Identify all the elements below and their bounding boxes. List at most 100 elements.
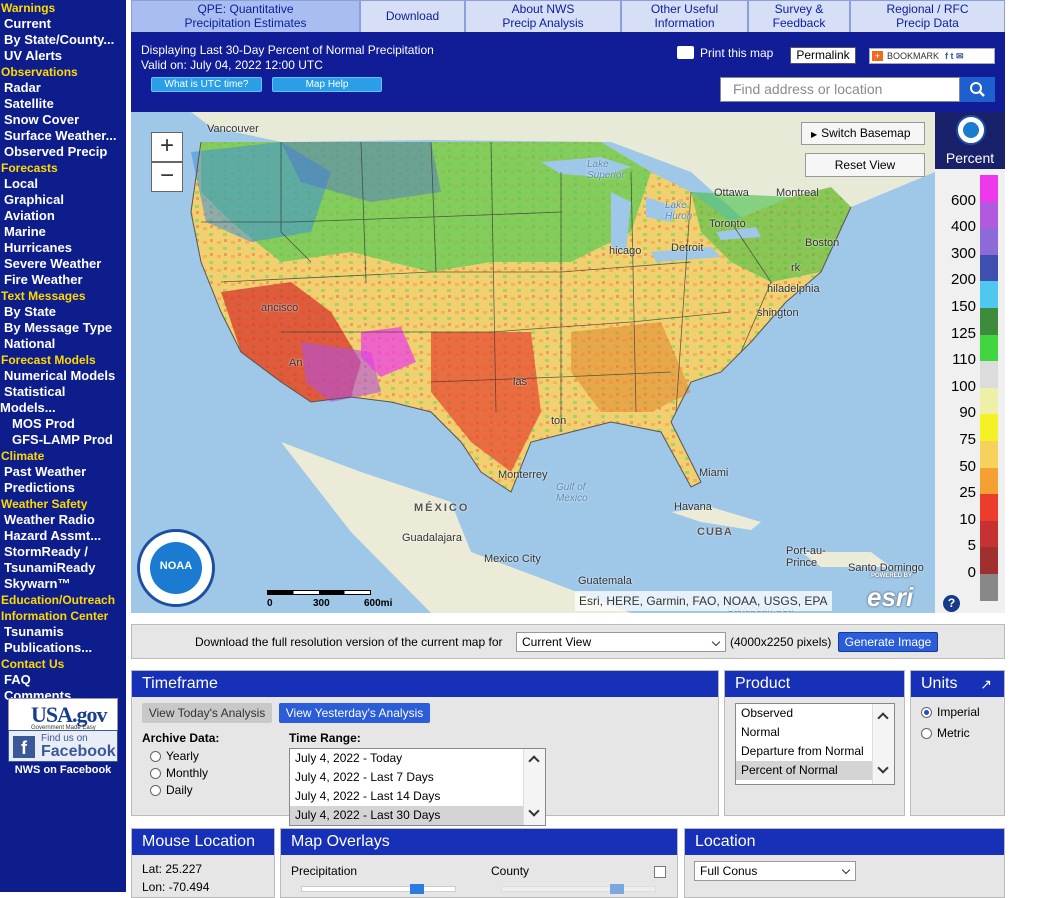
download-view-select[interactable]: Current View bbox=[516, 632, 726, 652]
sidebar-item-gfs-lamp-prod[interactable]: GFS-LAMP Prod bbox=[0, 432, 126, 448]
sidebar-item-hazard-assmt[interactable]: Hazard Assmt... bbox=[0, 528, 126, 544]
product-option[interactable]: Observed bbox=[736, 704, 894, 723]
location-select[interactable]: Full Conus bbox=[694, 861, 856, 881]
reset-view-button[interactable]: Reset View bbox=[805, 153, 925, 177]
bookmark-button[interactable]: + BOOKMARK f t ✉ bbox=[869, 48, 995, 64]
sidebar-section-weather-safety[interactable]: Weather Safety bbox=[0, 496, 126, 512]
sidebar-section-warnings[interactable]: Warnings bbox=[0, 0, 126, 16]
sidebar-item-radar[interactable]: Radar bbox=[0, 80, 126, 96]
product-list[interactable]: Observed Normal Departure from Normal Pe… bbox=[735, 703, 895, 785]
nws-on-facebook-link[interactable]: NWS on Facebook bbox=[0, 764, 126, 776]
utc-time-button[interactable]: What is UTC time? bbox=[151, 77, 262, 92]
sidebar-item-stormready[interactable]: StormReady / bbox=[0, 544, 126, 560]
time-range-option[interactable]: July 4, 2022 - Last 7 Days bbox=[290, 768, 545, 787]
precipitation-opacity-slider[interactable] bbox=[301, 884, 456, 894]
sidebar-item-hurricanes[interactable]: Hurricanes bbox=[0, 240, 126, 256]
precip-map[interactable]: + − ▶ Switch Basemap Reset View Vancouver… bbox=[131, 112, 935, 613]
tab-survey-feedback[interactable]: Survey & Feedback bbox=[748, 0, 850, 32]
time-range-option[interactable]: July 4, 2022 - Today bbox=[290, 749, 545, 768]
sidebar-section-observations[interactable]: Observations bbox=[0, 64, 126, 80]
time-range-scrollbar[interactable] bbox=[523, 749, 545, 825]
sidebar-item-marine[interactable]: Marine bbox=[0, 224, 126, 240]
sidebar-item-past-weather[interactable]: Past Weather bbox=[0, 464, 126, 480]
expand-icon[interactable]: ↗ bbox=[980, 671, 992, 697]
tab-other-useful[interactable]: Other Useful Information bbox=[621, 0, 748, 32]
units-imperial-radio[interactable]: Imperial bbox=[921, 705, 980, 719]
sidebar-section-climate[interactable]: Climate bbox=[0, 448, 126, 464]
time-range-option-selected[interactable]: July 4, 2022 - Last 30 Days bbox=[290, 806, 545, 825]
sidebar-item-tsunamiready[interactable]: TsunamiReady bbox=[0, 560, 126, 576]
sidebar-item-fire-weather[interactable]: Fire Weather bbox=[0, 272, 126, 288]
product-option[interactable]: Normal bbox=[736, 723, 894, 742]
view-today-button[interactable]: View Today's Analysis bbox=[142, 703, 272, 723]
sidebar-section-contact-us[interactable]: Contact Us bbox=[0, 656, 126, 672]
zoom-out-button[interactable]: − bbox=[151, 162, 183, 192]
map-help-button[interactable]: Map Help bbox=[272, 77, 382, 92]
sidebar-section-forecast-models[interactable]: Forecast Models bbox=[0, 352, 126, 368]
zoom-in-button[interactable]: + bbox=[151, 132, 183, 162]
sidebar-item-current[interactable]: Current bbox=[0, 16, 126, 32]
product-option-selected[interactable]: Percent of Normal bbox=[736, 761, 894, 780]
sidebar-item-models[interactable]: Models... bbox=[0, 400, 126, 416]
archive-yearly-radio[interactable]: Yearly bbox=[150, 749, 199, 763]
chevron-up-icon[interactable] bbox=[877, 712, 889, 724]
bookmark-plus-icon: + bbox=[872, 51, 883, 61]
archive-monthly-radio[interactable]: Monthly bbox=[150, 766, 208, 780]
sidebar-item-severe-weather[interactable]: Severe Weather bbox=[0, 256, 126, 272]
sidebar-item-observed-precip[interactable]: Observed Precip bbox=[0, 144, 126, 160]
permalink-button[interactable]: Permalink bbox=[790, 47, 856, 64]
sidebar-section-information-center[interactable]: Information Center bbox=[0, 608, 126, 624]
sidebar-item-by-state[interactable]: By State bbox=[0, 304, 126, 320]
tab-qpe[interactable]: QPE: Quantitative Precipitation Estimates bbox=[131, 0, 360, 32]
sidebar-item-local[interactable]: Local bbox=[0, 176, 126, 192]
search-input[interactable]: Find address or location bbox=[720, 77, 960, 102]
sidebar-section-forecasts[interactable]: Forecasts bbox=[0, 160, 126, 176]
sidebar-item-numerical-models[interactable]: Numerical Models bbox=[0, 368, 126, 384]
chevron-down-icon[interactable] bbox=[528, 805, 540, 817]
tab-download-label: Download bbox=[385, 9, 440, 23]
sidebar-item-national[interactable]: National bbox=[0, 336, 126, 352]
sidebar-item-tsunamis[interactable]: Tsunamis bbox=[0, 624, 126, 640]
sidebar-item-satellite[interactable]: Satellite bbox=[0, 96, 126, 112]
help-icon[interactable]: ? bbox=[943, 595, 960, 612]
archive-daily-radio[interactable]: Daily bbox=[150, 783, 193, 797]
sidebar-item-predictions[interactable]: Predictions bbox=[0, 480, 126, 496]
generate-image-button[interactable]: Generate Image bbox=[838, 632, 938, 652]
usagov-logo[interactable]: USA.gov Government Made Easy bbox=[8, 698, 118, 732]
sidebar-section-education-outreach[interactable]: Education/Outreach bbox=[0, 592, 126, 608]
county-opacity-slider[interactable] bbox=[501, 884, 656, 894]
chevron-down-icon[interactable] bbox=[877, 762, 889, 774]
chevron-up-icon[interactable] bbox=[528, 755, 540, 767]
sidebar-item-statistical[interactable]: Statistical bbox=[0, 384, 126, 400]
sidebar-item-graphical[interactable]: Graphical bbox=[0, 192, 126, 208]
print-map-link[interactable]: Print this map bbox=[677, 45, 773, 61]
search-button[interactable] bbox=[960, 77, 995, 102]
time-range-option[interactable]: July 4, 2022 - Last 14 Days bbox=[290, 787, 545, 806]
sidebar-item-faq[interactable]: FAQ bbox=[0, 672, 126, 688]
county-slider-handle[interactable] bbox=[610, 884, 624, 894]
sidebar-item-by-state-county[interactable]: By State/County... bbox=[0, 32, 126, 48]
sidebar-item-mos-prod[interactable]: MOS Prod bbox=[0, 416, 126, 432]
sidebar-item-by-message-type[interactable]: By Message Type bbox=[0, 320, 126, 336]
tab-download[interactable]: Download bbox=[360, 0, 465, 32]
sidebar-item-uv-alerts[interactable]: UV Alerts bbox=[0, 48, 126, 64]
time-range-list[interactable]: July 4, 2022 - Today July 4, 2022 - Last… bbox=[289, 748, 546, 826]
units-metric-radio[interactable]: Metric bbox=[921, 726, 970, 740]
sidebar-item-aviation[interactable]: Aviation bbox=[0, 208, 126, 224]
precipitation-slider-handle[interactable] bbox=[410, 884, 424, 894]
sidebar-section-text-messages[interactable]: Text Messages bbox=[0, 288, 126, 304]
legend-label: 10 bbox=[959, 510, 976, 528]
sidebar-item-skywarn[interactable]: Skywarn™ bbox=[0, 576, 126, 592]
sidebar-item-publications[interactable]: Publications... bbox=[0, 640, 126, 656]
product-scrollbar[interactable] bbox=[872, 704, 894, 784]
sidebar-item-snow-cover[interactable]: Snow Cover bbox=[0, 112, 126, 128]
switch-basemap-button[interactable]: ▶ Switch Basemap bbox=[801, 122, 925, 145]
tab-regional-rfc[interactable]: Regional / RFC Precip Data bbox=[850, 0, 1005, 32]
facebook-badge[interactable]: f Find us on Facebook bbox=[8, 730, 118, 762]
sidebar-item-weather-radio[interactable]: Weather Radio bbox=[0, 512, 126, 528]
sidebar-item-surface-weather[interactable]: Surface Weather... bbox=[0, 128, 126, 144]
tab-about-nws[interactable]: About NWS Precip Analysis bbox=[465, 0, 621, 32]
view-yesterday-button[interactable]: View Yesterday's Analysis bbox=[279, 703, 430, 723]
product-option[interactable]: Departure from Normal bbox=[736, 742, 894, 761]
county-checkbox[interactable] bbox=[654, 866, 666, 878]
